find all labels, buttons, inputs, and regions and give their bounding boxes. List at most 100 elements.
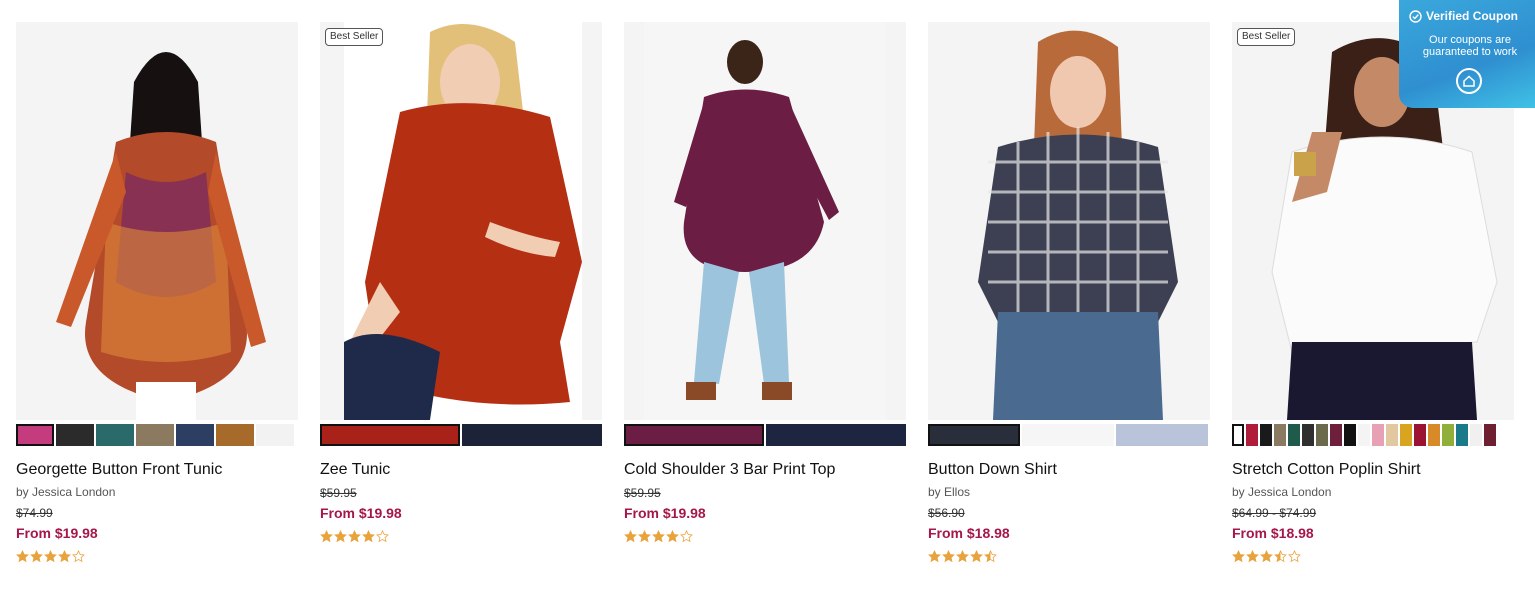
star-filled-icon — [44, 550, 57, 563]
star-half-icon — [984, 550, 997, 563]
home-icon[interactable] — [1456, 68, 1482, 94]
color-swatch[interactable] — [1358, 424, 1370, 446]
rating-stars — [1232, 550, 1514, 564]
color-swatch[interactable] — [1116, 424, 1208, 446]
color-swatches — [320, 424, 602, 448]
product-title[interactable]: Zee Tunic — [320, 460, 602, 480]
star-filled-icon — [956, 550, 969, 563]
star-empty-icon — [1288, 550, 1301, 563]
best-seller-badge: Best Seller — [1237, 28, 1296, 46]
color-swatch[interactable] — [96, 424, 134, 446]
color-swatch[interactable] — [1022, 424, 1114, 446]
product-card[interactable]: Best Seller Zee Tunic $59.95 From $19.98 — [320, 22, 602, 544]
product-title[interactable]: Button Down Shirt — [928, 460, 1210, 480]
color-swatch[interactable] — [1302, 424, 1314, 446]
color-swatch[interactable] — [320, 424, 460, 446]
star-filled-icon — [320, 530, 333, 543]
sale-price: From $18.98 — [928, 525, 1010, 541]
original-price: $74.99 — [16, 506, 53, 520]
color-swatch[interactable] — [1316, 424, 1328, 446]
original-price: $56.90 — [928, 506, 965, 520]
color-swatch[interactable] — [1372, 424, 1384, 446]
star-filled-icon — [624, 530, 637, 543]
color-swatch[interactable] — [1260, 424, 1272, 446]
star-filled-icon — [1246, 550, 1259, 563]
color-swatch[interactable] — [1232, 424, 1244, 446]
star-filled-icon — [652, 530, 665, 543]
star-filled-icon — [30, 550, 43, 563]
model-photo-icon — [16, 22, 298, 420]
check-circle-icon — [1409, 9, 1422, 23]
star-filled-icon — [928, 550, 941, 563]
color-swatch[interactable] — [1456, 424, 1468, 446]
rating-stars — [624, 530, 906, 544]
star-filled-icon — [334, 530, 347, 543]
original-price: $59.95 — [320, 486, 357, 500]
star-filled-icon — [970, 550, 983, 563]
color-swatches — [928, 424, 1210, 448]
color-swatch[interactable] — [176, 424, 214, 446]
model-photo-icon — [624, 22, 906, 420]
color-swatch[interactable] — [1386, 424, 1398, 446]
star-filled-icon — [362, 530, 375, 543]
color-swatch[interactable] — [624, 424, 764, 446]
star-empty-icon — [72, 550, 85, 563]
coupon-title: Verified Coupon — [1426, 9, 1519, 23]
star-empty-icon — [376, 530, 389, 543]
color-swatch[interactable] — [136, 424, 174, 446]
coupon-header: Verified Coupon — [1409, 9, 1518, 23]
verified-coupon-widget[interactable]: Verified Coupon Our coupons are guarante… — [1399, 0, 1535, 108]
product-card[interactable]: Georgette Button Front Tunic by Jessica … — [16, 22, 298, 564]
star-half-icon — [1274, 550, 1287, 563]
model-photo-icon — [320, 22, 602, 420]
color-swatch[interactable] — [1246, 424, 1258, 446]
product-title[interactable]: Stretch Cotton Poplin Shirt — [1232, 460, 1514, 480]
star-filled-icon — [942, 550, 955, 563]
star-filled-icon — [638, 530, 651, 543]
color-swatch[interactable] — [462, 424, 602, 446]
color-swatch[interactable] — [1274, 424, 1286, 446]
product-brand: by Jessica London — [1232, 485, 1332, 499]
color-swatch[interactable] — [1414, 424, 1426, 446]
product-brand: by Jessica London — [16, 485, 116, 499]
product-grid: Georgette Button Front Tunic by Jessica … — [0, 0, 1535, 589]
rating-stars — [928, 550, 1210, 564]
color-swatch[interactable] — [56, 424, 94, 446]
color-swatch[interactable] — [1442, 424, 1454, 446]
rating-stars — [320, 530, 602, 544]
color-swatch[interactable] — [16, 424, 54, 446]
product-title[interactable]: Cold Shoulder 3 Bar Print Top — [624, 460, 906, 480]
model-photo-icon — [928, 22, 1210, 420]
color-swatches — [1232, 424, 1514, 448]
color-swatch[interactable] — [1400, 424, 1412, 446]
product-image[interactable] — [624, 22, 906, 420]
original-price: $64.99 - $74.99 — [1232, 506, 1317, 520]
sale-price: From $19.98 — [320, 505, 402, 521]
sale-price: From $19.98 — [16, 525, 98, 541]
star-filled-icon — [58, 550, 71, 563]
color-swatch[interactable] — [766, 424, 906, 446]
color-swatch[interactable] — [1344, 424, 1356, 446]
color-swatch[interactable] — [1484, 424, 1496, 446]
product-image[interactable]: Best Seller — [320, 22, 602, 420]
product-image[interactable] — [16, 22, 298, 420]
color-swatches — [16, 424, 298, 448]
color-swatch[interactable] — [1470, 424, 1482, 446]
sale-price: From $19.98 — [624, 505, 706, 521]
original-price: $59.95 — [624, 486, 661, 500]
color-swatch[interactable] — [216, 424, 254, 446]
color-swatch[interactable] — [256, 424, 294, 446]
color-swatch[interactable] — [928, 424, 1020, 446]
star-filled-icon — [16, 550, 29, 563]
product-card[interactable]: Button Down Shirt by Ellos $56.90 From $… — [928, 22, 1210, 564]
color-swatch[interactable] — [1428, 424, 1440, 446]
color-swatches — [624, 424, 906, 448]
best-seller-badge: Best Seller — [325, 28, 384, 46]
product-title[interactable]: Georgette Button Front Tunic — [16, 460, 298, 480]
color-swatch[interactable] — [1288, 424, 1300, 446]
product-image[interactable] — [928, 22, 1210, 420]
product-brand: by Ellos — [928, 485, 971, 499]
color-swatch[interactable] — [1330, 424, 1342, 446]
star-filled-icon — [666, 530, 679, 543]
product-card[interactable]: Cold Shoulder 3 Bar Print Top $59.95 Fro… — [624, 22, 906, 544]
